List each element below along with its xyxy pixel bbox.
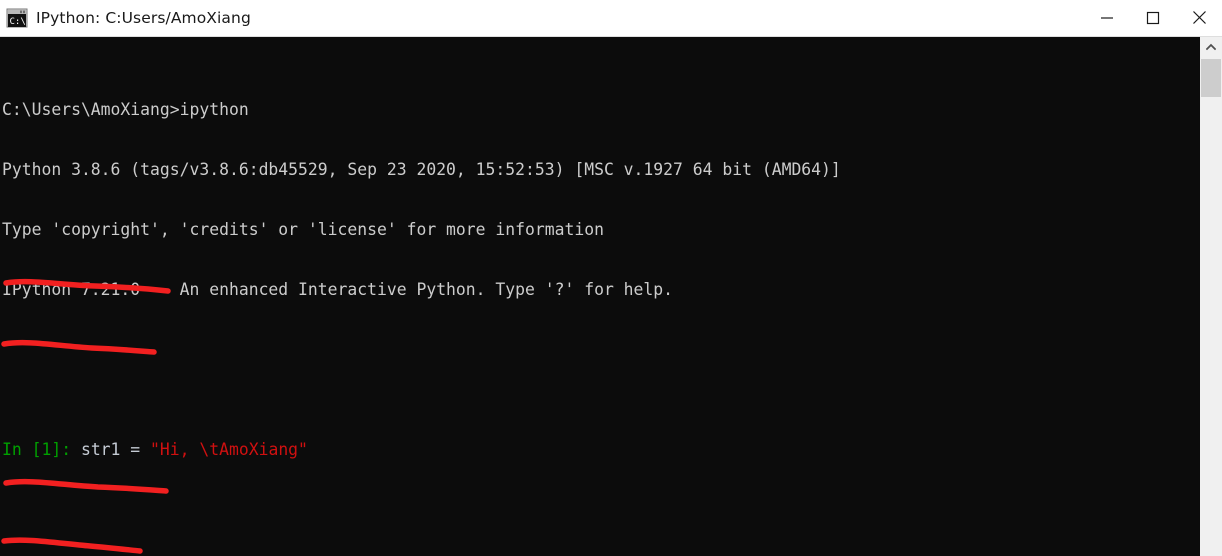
window-controls [1084,0,1222,37]
title-bar[interactable]: C:\ IPython: C:Users/AmoXiang [0,0,1222,37]
chevron-up-icon[interactable] [1200,37,1222,57]
console-icon: C:\ [6,8,28,28]
prompt-label: In [1]: [2,440,72,459]
terminal-body[interactable]: C:\Users\AmoXiang>ipython Python 3.8.6 (… [0,37,1222,556]
console-output: C:\Users\AmoXiang>ipython Python 3.8.6 (… [2,40,841,556]
header-line: C:\Users\AmoXiang>ipython [2,100,249,119]
code-text: str1 = [71,440,151,459]
header-line: Python 3.8.6 (tags/v3.8.6:db45529, Sep 2… [2,160,841,179]
header-line: Type 'copyright', 'credits' or 'license'… [2,220,604,239]
close-button[interactable] [1176,0,1222,36]
minimize-button[interactable] [1084,0,1130,36]
maximize-button[interactable] [1130,0,1176,36]
header-line: IPython 7.21.0 -- An enhanced Interactiv… [2,280,674,299]
input-line-1: In [1]: str1 = "Hi, \tAmoXiang" [2,440,841,460]
ipython-console-window: C:\ IPython: C:Users/AmoXiang C:\Users\A… [0,0,1222,556]
window-title: IPython: C:Users/AmoXiang [36,9,251,27]
vertical-scrollbar[interactable] [1200,37,1222,556]
scrollbar-thumb[interactable] [1201,59,1221,97]
string-literal: "Hi, \tAmoXiang" [150,440,308,459]
svg-text:C:\: C:\ [10,17,26,27]
